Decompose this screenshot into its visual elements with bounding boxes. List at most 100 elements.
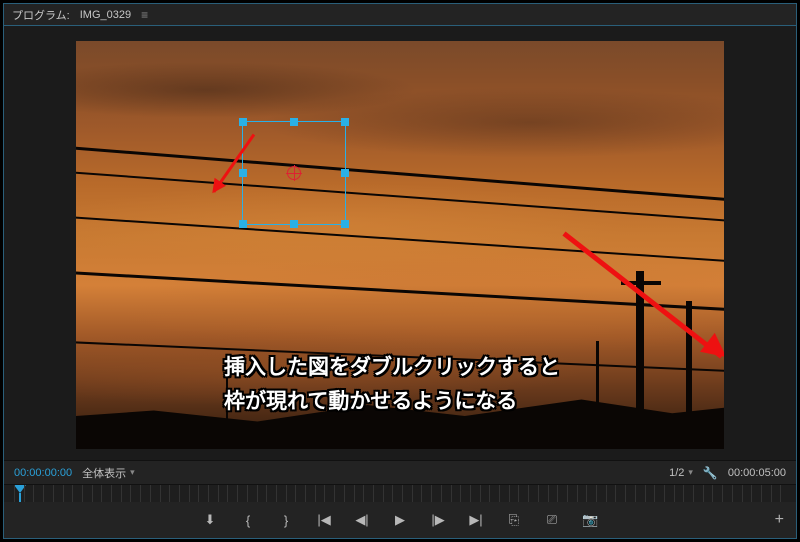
info-bar: 00:00:00:00 全体表示 ▾ 1/2 ▾ 🔧 00:00:05:00 bbox=[4, 460, 796, 484]
ruler-tick bbox=[693, 485, 694, 502]
export-frame-button[interactable]: 📷 bbox=[582, 512, 598, 528]
play-button[interactable]: ▶ bbox=[392, 512, 408, 528]
panel-menu-icon[interactable]: ≡ bbox=[141, 8, 148, 22]
chevron-down-icon: ▾ bbox=[130, 467, 135, 478]
ruler-tick bbox=[635, 485, 636, 502]
step-back-button[interactable]: ◀| bbox=[354, 512, 370, 528]
ruler-tick bbox=[654, 485, 655, 502]
program-viewport[interactable]: 挿入した図をダブルクリックすると 枠が現れて動かせるようになる bbox=[4, 26, 796, 460]
resize-handle-br[interactable] bbox=[341, 220, 349, 228]
panel-title-clipname: IMG_0329 bbox=[80, 9, 131, 21]
ruler-tick bbox=[130, 485, 131, 502]
ruler-tick bbox=[208, 485, 209, 502]
ruler-tick bbox=[567, 485, 568, 502]
ruler-tick bbox=[722, 485, 723, 502]
ruler-tick bbox=[286, 485, 287, 502]
ruler-tick bbox=[334, 485, 335, 502]
ruler-tick bbox=[421, 485, 422, 502]
resize-handle-mr[interactable] bbox=[341, 169, 349, 177]
ruler-tick bbox=[392, 485, 393, 502]
ruler-tick bbox=[586, 485, 587, 502]
ruler-tick bbox=[53, 485, 54, 502]
ruler-tick bbox=[266, 485, 267, 502]
ruler-tick bbox=[111, 485, 112, 502]
ruler-tick bbox=[121, 485, 122, 502]
ruler-tick bbox=[315, 485, 316, 502]
ruler-tick bbox=[324, 485, 325, 502]
ruler-tick bbox=[363, 485, 364, 502]
resize-handle-tl[interactable] bbox=[239, 118, 247, 126]
anchor-point-icon[interactable] bbox=[287, 166, 301, 180]
chevron-down-icon: ▾ bbox=[688, 467, 693, 478]
ruler-tick bbox=[606, 485, 607, 502]
transport-bar: ⬇ { } |◀ ◀| ▶ |▶ ▶| ⎘ ⎚ 📷 + bbox=[4, 502, 796, 538]
ruler-tick bbox=[538, 485, 539, 502]
go-to-out-button[interactable]: ▶| bbox=[468, 512, 484, 528]
ruler-tick bbox=[431, 485, 432, 502]
ruler-tick bbox=[218, 485, 219, 502]
ruler-tick bbox=[412, 485, 413, 502]
ruler-tick bbox=[683, 485, 684, 502]
resize-handle-tr[interactable] bbox=[341, 118, 349, 126]
ruler-tick bbox=[82, 485, 83, 502]
add-button-icon[interactable]: + bbox=[775, 511, 784, 529]
mark-in-button[interactable]: ⬇ bbox=[202, 512, 218, 528]
ruler-tick bbox=[470, 485, 471, 502]
go-to-in-button[interactable]: |◀ bbox=[316, 512, 332, 528]
ruler-tick bbox=[305, 485, 306, 502]
zoom-label: 全体表示 bbox=[82, 465, 126, 481]
ruler-tick bbox=[237, 485, 238, 502]
ruler-tick bbox=[451, 485, 452, 502]
current-timecode[interactable]: 00:00:00:00 bbox=[14, 467, 72, 479]
ruler-tick bbox=[460, 485, 461, 502]
panel-title-prefix: プログラム: bbox=[12, 7, 70, 23]
ruler-tick bbox=[63, 485, 64, 502]
step-forward-button[interactable]: |▶ bbox=[430, 512, 446, 528]
resize-handle-bl[interactable] bbox=[239, 220, 247, 228]
ruler-tick bbox=[509, 485, 510, 502]
graphic-selection-box[interactable] bbox=[242, 121, 346, 225]
ruler-tick bbox=[179, 485, 180, 502]
ruler-tick bbox=[198, 485, 199, 502]
ruler-tick bbox=[780, 485, 781, 502]
ruler-tick bbox=[140, 485, 141, 502]
extract-button[interactable]: ⎚ bbox=[544, 512, 560, 528]
ruler-tick bbox=[14, 485, 15, 502]
total-timecode: 00:00:05:00 bbox=[728, 467, 786, 479]
ruler-tick bbox=[518, 485, 519, 502]
resize-handle-ml[interactable] bbox=[239, 169, 247, 177]
ruler-tick bbox=[402, 485, 403, 502]
ruler-tick bbox=[169, 485, 170, 502]
ruler-tick bbox=[33, 485, 34, 502]
ruler-tick bbox=[703, 485, 704, 502]
ruler-tick bbox=[499, 485, 500, 502]
ruler-tick bbox=[189, 485, 190, 502]
settings-wrench-icon[interactable]: 🔧 bbox=[703, 466, 718, 480]
ruler-tick bbox=[101, 485, 102, 502]
zoom-dropdown[interactable]: 全体表示 ▾ bbox=[82, 465, 135, 481]
ruler-tick bbox=[257, 485, 258, 502]
ruler-tick bbox=[664, 485, 665, 502]
video-canvas[interactable]: 挿入した図をダブルクリックすると 枠が現れて動かせるようになる bbox=[76, 41, 724, 449]
ruler-tick bbox=[625, 485, 626, 502]
mark-out-open-button[interactable]: { bbox=[240, 513, 256, 528]
ruler-tick bbox=[732, 485, 733, 502]
resolution-dropdown[interactable]: 1/2 ▾ bbox=[669, 467, 693, 479]
ruler-tick bbox=[72, 485, 73, 502]
resize-handle-tc[interactable] bbox=[290, 118, 298, 126]
ruler-tick bbox=[383, 485, 384, 502]
program-monitor-panel: プログラム: IMG_0329 ≡ bbox=[3, 3, 797, 539]
ruler-tick bbox=[441, 485, 442, 502]
ruler-tick bbox=[276, 485, 277, 502]
ruler-tick bbox=[247, 485, 248, 502]
ruler-tick bbox=[712, 485, 713, 502]
time-ruler[interactable] bbox=[4, 484, 796, 502]
ruler-tick bbox=[92, 485, 93, 502]
ruler-tick bbox=[742, 485, 743, 502]
resize-handle-bc[interactable] bbox=[290, 220, 298, 228]
ruler-tick bbox=[344, 485, 345, 502]
ruler-tick bbox=[160, 485, 161, 502]
mark-out-close-button[interactable]: } bbox=[278, 513, 294, 528]
ruler-tick bbox=[751, 485, 752, 502]
lift-button[interactable]: ⎘ bbox=[506, 512, 522, 528]
